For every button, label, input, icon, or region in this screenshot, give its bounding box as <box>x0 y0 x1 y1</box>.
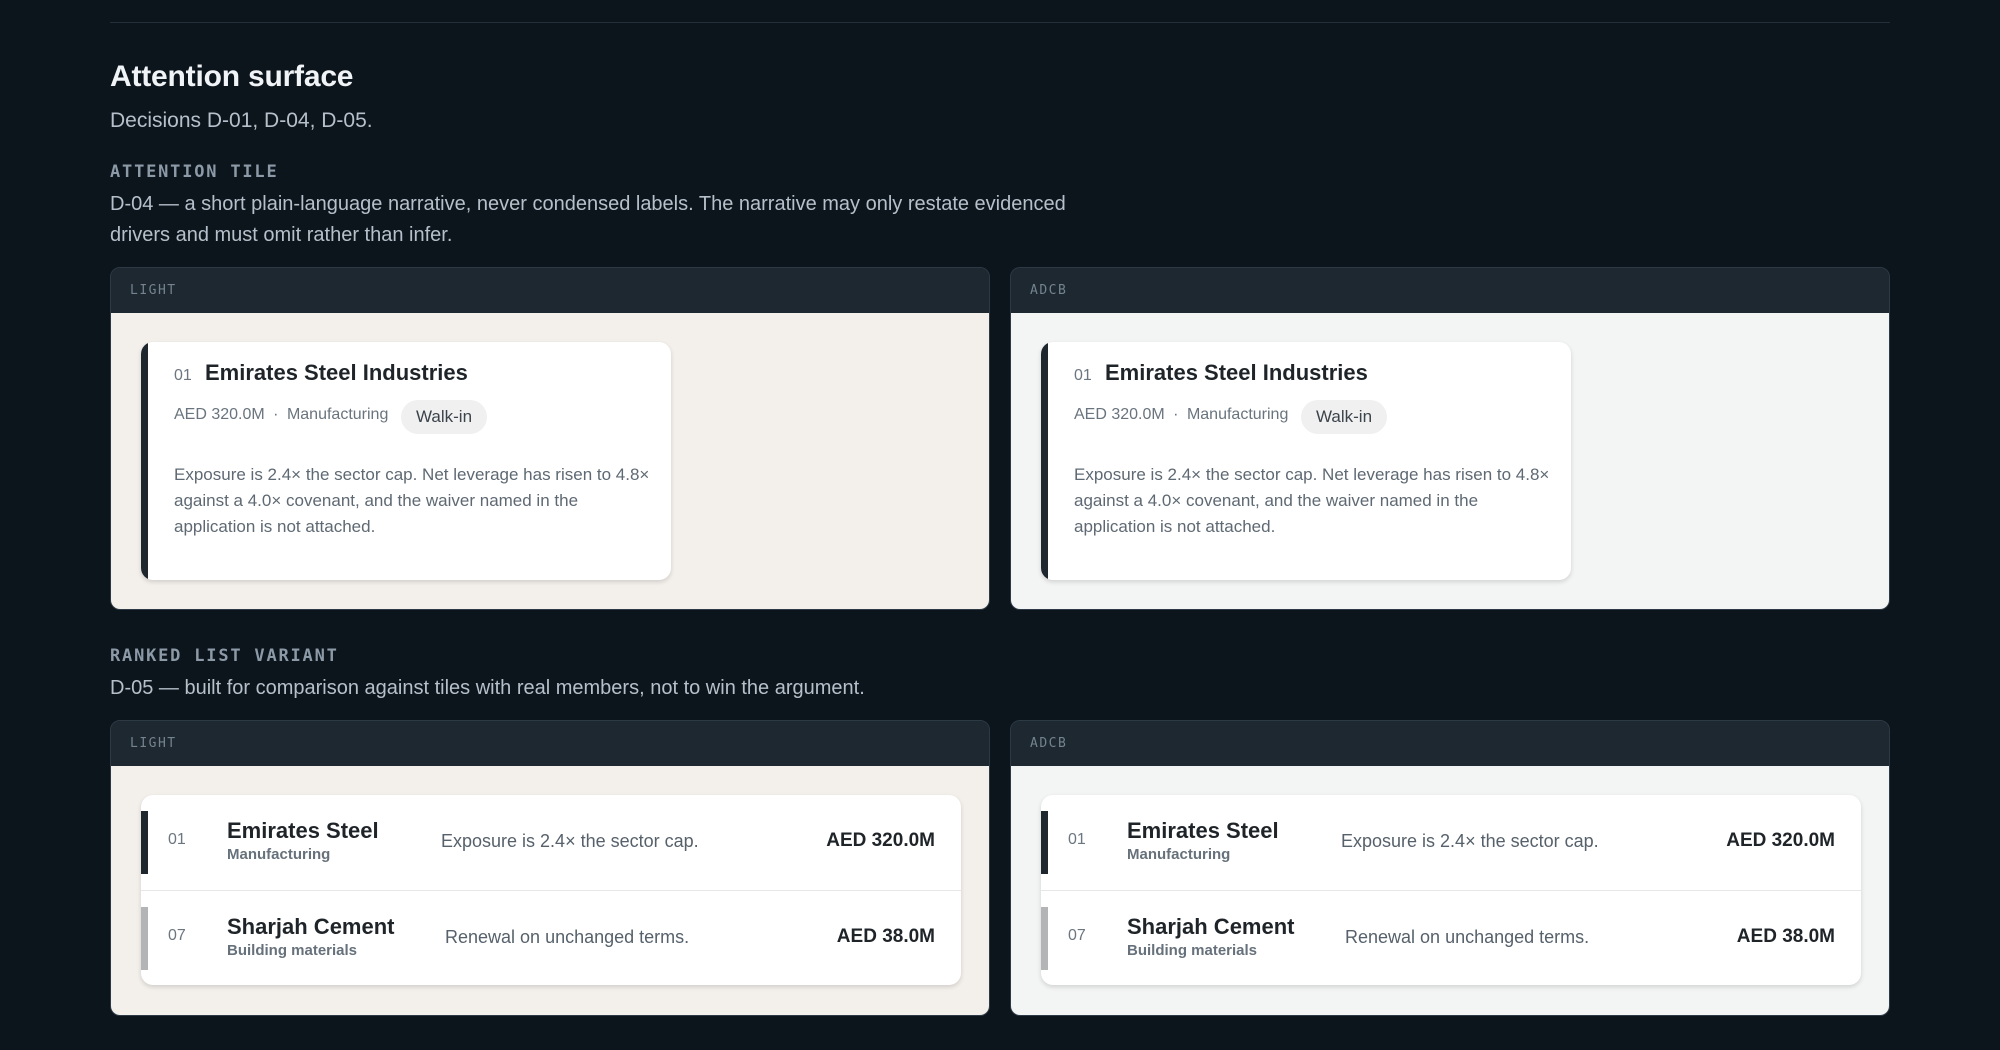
row-rank: 07 <box>168 927 186 944</box>
ranked-list-light-frame: LIGHT 01 Emirates Steel Manufacturing Ex… <box>110 720 990 1016</box>
row-narrative: Renewal on unchanged terms. <box>445 927 690 947</box>
frame-theme-label: LIGHT <box>111 721 989 766</box>
frame-theme-label: ADCB <box>1011 721 1889 766</box>
attention-tile-light-frame: LIGHT 01 Emirates Steel Industries AED 3… <box>110 267 990 610</box>
row-amount: AED 38.0M <box>1736 926 1835 947</box>
tile-counterparty-name: Emirates Steel Industries <box>205 360 468 385</box>
tile-meta: AED 320.0M · Manufacturing <box>1074 406 1288 424</box>
ranked-list: 01 Emirates Steel Manufacturing Exposure… <box>141 795 961 985</box>
row-amount: AED 38.0M <box>836 926 935 947</box>
row-sector: Manufacturing <box>1127 846 1231 863</box>
tile-narrative: Exposure is 2.4× the sector cap. Net lev… <box>1074 465 1550 536</box>
severity-bar <box>141 342 148 580</box>
tile-rank: 01 <box>174 367 192 384</box>
row-rank: 07 <box>1068 927 1086 944</box>
frame-preview-surface: 01 Emirates Steel Manufacturing Exposure… <box>1011 766 1889 1015</box>
row-amount: AED 320.0M <box>1726 830 1835 851</box>
ranked-list-adcb-frame: ADCB 01 Emirates Steel Manufacturing Exp… <box>1010 720 1890 1016</box>
row-counterparty-name: Emirates Steel <box>227 818 379 843</box>
top-divider <box>110 22 1890 23</box>
row-counterparty-name: Sharjah Cement <box>227 914 395 939</box>
row-sector: Building materials <box>227 942 358 959</box>
tile-narrative: Exposure is 2.4× the sector cap. Net lev… <box>174 465 650 536</box>
frame-theme-label: ADCB <box>1011 268 1889 313</box>
severity-bar <box>1041 907 1048 970</box>
attention-tile[interactable]: 01 Emirates Steel Industries AED 320.0M … <box>141 342 671 580</box>
attention-tile-eyebrow: ATTENTION TILE <box>110 162 279 182</box>
section-subtitle: Decisions D-01, D-04, D-05. <box>110 109 373 132</box>
attention-tile[interactable]: 01 Emirates Steel Industries AED 320.0M … <box>1041 342 1571 580</box>
tile-rank: 01 <box>1074 367 1092 384</box>
ranked-list-row[interactable]: 01 Emirates Steel Manufacturing Exposure… <box>1041 795 1861 890</box>
row-sector: Building materials <box>1127 942 1258 959</box>
ranked-list-row[interactable]: 07 Sharjah Cement Building materials Ren… <box>141 890 961 985</box>
frame-preview-surface: 01 Emirates Steel Industries AED 320.0M … <box>1011 313 1889 609</box>
ranked-list-description: D-05 — built for comparison against tile… <box>110 677 865 699</box>
meta-separator: · <box>273 406 279 423</box>
row-counterparty-name: Emirates Steel <box>1127 818 1279 843</box>
severity-bar <box>141 907 148 970</box>
section-title: Attention surface <box>110 60 354 93</box>
tile-sector: Manufacturing <box>286 406 389 423</box>
row-narrative: Exposure is 2.4× the sector cap. <box>441 831 699 851</box>
channel-badge: Walk-in <box>1301 400 1388 434</box>
severity-bar <box>141 811 148 874</box>
ranked-list-row[interactable]: 01 Emirates Steel Manufacturing Exposure… <box>141 795 961 890</box>
ranked-list-eyebrow: RANKED LIST VARIANT <box>110 646 339 666</box>
frame-preview-surface: 01 Emirates Steel Manufacturing Exposure… <box>111 766 989 1015</box>
attention-tile-adcb-frame: ADCB 01 Emirates Steel Industries AED 32… <box>1010 267 1890 610</box>
tile-amount: AED 320.0M <box>174 406 265 423</box>
row-narrative: Exposure is 2.4× the sector cap. <box>1341 831 1599 851</box>
row-narrative: Renewal on unchanged terms. <box>1345 927 1590 947</box>
tile-counterparty-name: Emirates Steel Industries <box>1105 360 1368 385</box>
row-sector: Manufacturing <box>227 846 331 863</box>
ranked-list-row[interactable]: 07 Sharjah Cement Building materials Ren… <box>1041 890 1861 985</box>
frame-theme-label: LIGHT <box>111 268 989 313</box>
ranked-list: 01 Emirates Steel Manufacturing Exposure… <box>1041 795 1861 985</box>
attention-tile-description: D-04 — a short plain-language narrative,… <box>110 193 1066 246</box>
row-counterparty-name: Sharjah Cement <box>1127 914 1295 939</box>
row-rank: 01 <box>168 831 186 848</box>
severity-bar <box>1041 811 1048 874</box>
channel-badge: Walk-in <box>401 400 488 434</box>
row-rank: 01 <box>1068 831 1086 848</box>
frame-preview-surface: 01 Emirates Steel Industries AED 320.0M … <box>111 313 989 609</box>
severity-bar <box>1041 342 1048 580</box>
meta-separator: · <box>1173 406 1179 423</box>
tile-meta: AED 320.0M · Manufacturing <box>174 406 388 424</box>
row-amount: AED 320.0M <box>826 830 935 851</box>
tile-sector: Manufacturing <box>1186 406 1289 423</box>
tile-amount: AED 320.0M <box>1074 406 1165 423</box>
